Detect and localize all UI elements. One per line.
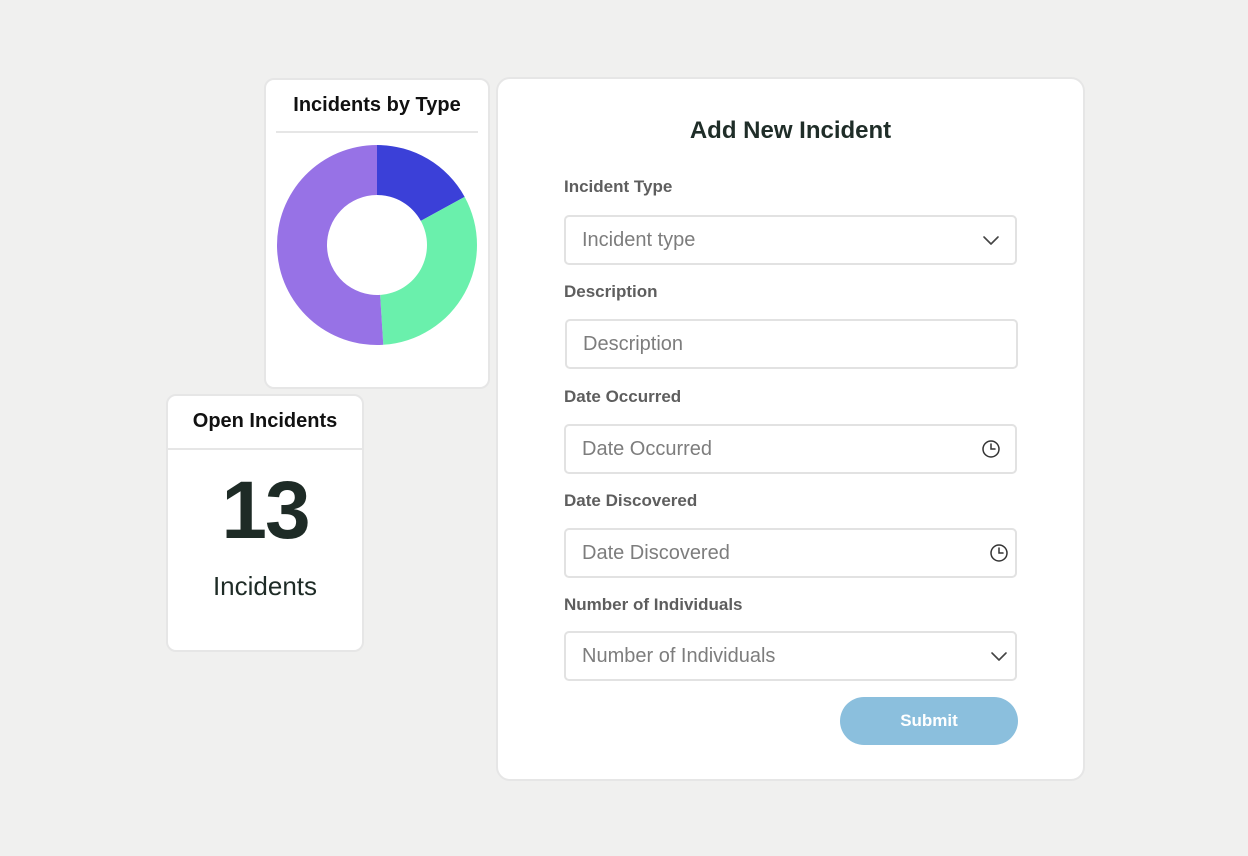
date-discovered-placeholder: Date Discovered (582, 542, 730, 564)
date-discovered-input[interactable]: Date Discovered (564, 528, 1017, 578)
description-input[interactable]: Description (565, 319, 1018, 369)
num-individuals-select[interactable]: Number of Individuals (564, 631, 1017, 681)
date-occurred-input[interactable]: Date Occurred (564, 424, 1017, 474)
date-occurred-label: Date Occurred (564, 387, 682, 406)
add-incident-form: Add New Incident Incident Type Incident … (496, 77, 1085, 781)
open-incidents-title: Open Incidents (192, 410, 338, 432)
description-label: Description (564, 282, 658, 301)
open-incidents-count: 13 (221, 465, 310, 556)
donut-slice-2 (276, 145, 384, 345)
date-discovered-label: Date Discovered (564, 491, 698, 510)
form-title: Add New Incident (689, 117, 892, 144)
open-incidents-divider (168, 448, 362, 450)
open-incidents-unit: Incidents (212, 571, 318, 601)
chevron-down-icon (991, 652, 1007, 661)
chevron-down-icon (983, 236, 999, 245)
incident-type-label: Incident Type (564, 177, 673, 196)
incident-type-placeholder: Incident type (582, 229, 696, 251)
submit-button[interactable]: Submit (840, 697, 1018, 745)
clock-icon[interactable] (981, 439, 1001, 459)
clock-icon[interactable] (989, 543, 1009, 563)
open-incidents-card: Open Incidents 13 Incidents (166, 394, 364, 652)
incidents-donut-chart (276, 145, 477, 345)
chart-card-divider (276, 131, 478, 133)
date-occurred-placeholder: Date Occurred (582, 438, 713, 460)
incidents-by-type-card: Incidents by Type (264, 78, 490, 389)
num-individuals-placeholder: Number of Individuals (582, 645, 776, 667)
num-individuals-label: Number of Individuals (564, 595, 743, 614)
chart-card-title: Incidents by Type (293, 94, 461, 116)
description-placeholder: Description (583, 333, 684, 355)
donut-slice-1 (380, 196, 477, 345)
incident-type-select[interactable]: Incident type (564, 215, 1017, 265)
